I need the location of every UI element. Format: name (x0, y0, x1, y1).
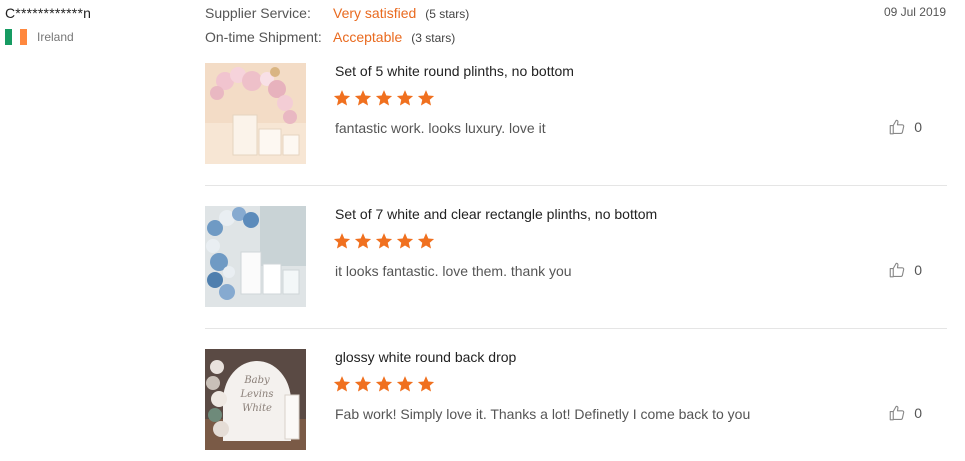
star-icon (396, 376, 414, 392)
buyer-info: C************n Ireland (5, 5, 91, 45)
star-icon (396, 90, 414, 106)
ireland-flag-icon (5, 29, 27, 45)
thumbs-up-icon[interactable] (888, 404, 906, 422)
rating-value: Acceptable (333, 29, 403, 45)
like-button[interactable]: 0 (888, 118, 922, 136)
thumbs-up-icon[interactable] (888, 261, 906, 279)
rating-stars-text: (3 stars) (411, 31, 456, 45)
product-title[interactable]: Set of 5 white round plinths, no bottom (335, 63, 574, 79)
review-item: Set of 5 white round plinths, no bottom … (205, 63, 947, 205)
review-date: 09 Jul 2019 (883, 5, 946, 19)
like-count: 0 (914, 405, 922, 421)
star-icon (396, 233, 414, 249)
star-icon (354, 233, 372, 249)
star-icon (417, 233, 435, 249)
rating-value: Very satisfied (333, 5, 417, 21)
product-title[interactable]: glossy white round back drop (335, 349, 516, 365)
review-comment: fantastic work. looks luxury. love it (335, 120, 546, 136)
star-icon (333, 376, 351, 392)
product-photo[interactable]: Baby Levins White (205, 349, 306, 450)
supplier-ratings: Supplier Service: Very satisfied (5 star… (205, 5, 469, 53)
like-count: 0 (914, 262, 922, 278)
star-rating (333, 375, 438, 393)
rating-supplier-service: Supplier Service: Very satisfied (5 star… (205, 5, 469, 29)
rating-label: On-time Shipment: (205, 29, 322, 45)
review-comment: it looks fantastic. love them. thank you (335, 263, 572, 279)
like-button[interactable]: 0 (888, 261, 922, 279)
star-icon (354, 90, 372, 106)
product-title[interactable]: Set of 7 white and clear rectangle plint… (335, 206, 657, 222)
star-icon (375, 90, 393, 106)
star-icon (375, 376, 393, 392)
like-button[interactable]: 0 (888, 404, 922, 422)
product-photo[interactable] (205, 63, 306, 164)
rating-label: Supplier Service: (205, 5, 311, 21)
thumbs-up-icon[interactable] (888, 118, 906, 136)
svg-text:Baby: Baby (243, 375, 270, 386)
star-icon (417, 376, 435, 392)
rating-on-time-shipment: On-time Shipment: Acceptable (3 stars) (205, 29, 469, 53)
buyer-country: Ireland (5, 29, 91, 45)
star-icon (417, 90, 435, 106)
review-item: Baby Levins White glossy white round bac… (205, 349, 947, 461)
svg-text:White: White (242, 403, 272, 414)
rating-stars-text: (5 stars) (425, 7, 470, 21)
star-icon (354, 376, 372, 392)
star-rating (333, 232, 438, 250)
star-icon (375, 233, 393, 249)
review-item: Set of 7 white and clear rectangle plint… (205, 206, 947, 348)
star-icon (333, 233, 351, 249)
star-icon (333, 90, 351, 106)
svg-text:Levins: Levins (240, 389, 274, 400)
divider (205, 328, 947, 329)
like-count: 0 (914, 119, 922, 135)
star-rating (333, 89, 438, 107)
country-name: Ireland (37, 30, 74, 44)
product-photo[interactable] (205, 206, 306, 307)
review-comment: Fab work! Simply love it. Thanks a lot! … (335, 406, 751, 422)
buyer-name: C************n (5, 5, 92, 21)
divider (205, 185, 947, 186)
